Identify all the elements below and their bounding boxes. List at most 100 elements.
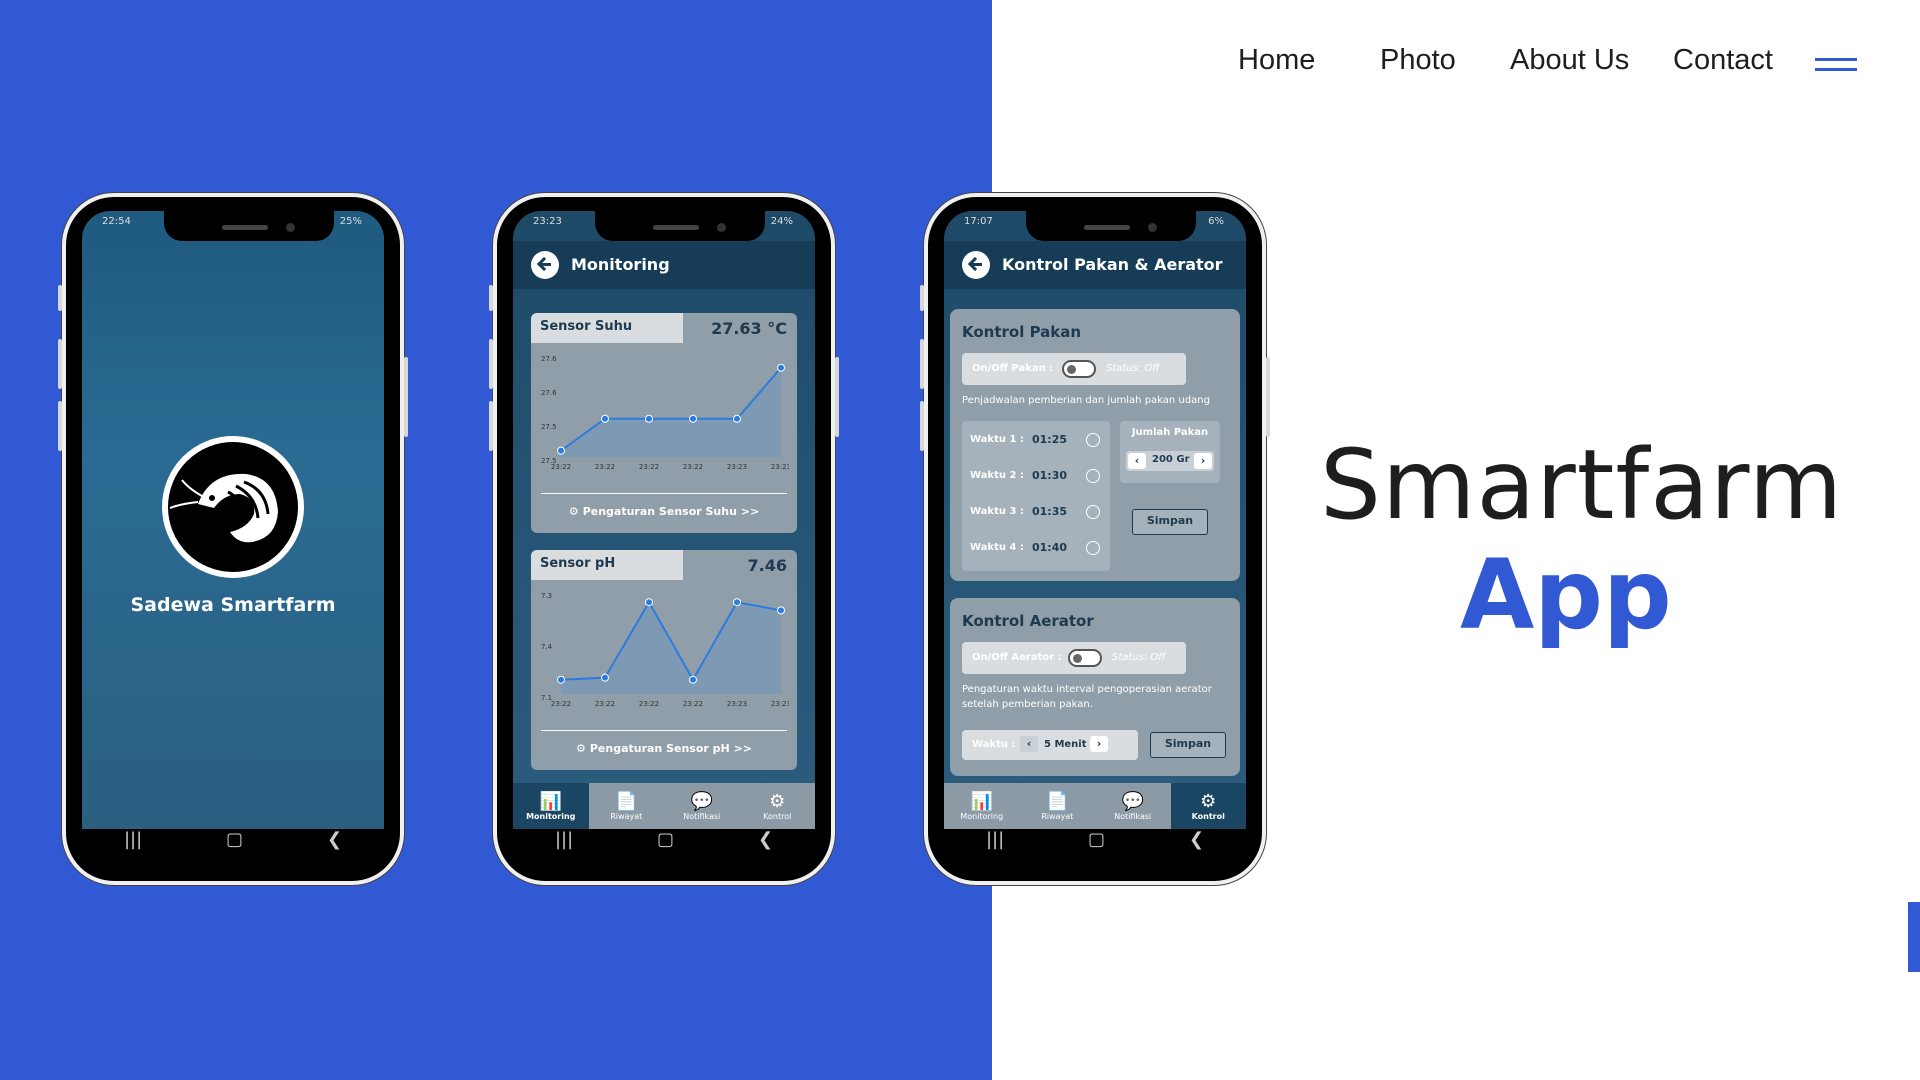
waktu-label: Waktu : (972, 739, 1016, 750)
clock-icon (1086, 541, 1100, 555)
phone-monitoring: 23:23 24% Monitoring Sensor Suhu 27.63 °… (489, 193, 839, 885)
increment-button[interactable]: › (1090, 736, 1108, 752)
screen-title: Kontrol Pakan & Aerator (1002, 255, 1223, 274)
recent-apps-icon[interactable]: ||| (986, 829, 1004, 850)
home-icon[interactable]: ▢ (1088, 829, 1105, 850)
splash-screen: 22:54 25% Sadewa Smartfarm (82, 211, 384, 829)
app-bar: Monitoring (513, 241, 815, 289)
monitoring-screen: 23:23 24% Monitoring Sensor Suhu 27.63 °… (513, 211, 815, 829)
sensor-settings-link[interactable]: ⚙ Pengaturan Sensor pH >> (531, 742, 797, 755)
app-brand-name: Sadewa Smartfarm (130, 594, 336, 616)
schedule-box: Waktu 1 :01:25 Waktu 2 :01:30 Waktu 3 :0… (962, 421, 1110, 571)
home-icon[interactable]: ▢ (657, 829, 674, 850)
stepper-value: 200 Gr (1152, 454, 1190, 465)
pakan-description: Penjadwalan pemberian dan jumlah pakan u… (962, 395, 1210, 406)
series-area (561, 602, 781, 694)
hamburger-menu-icon[interactable] (1815, 58, 1857, 72)
nav-about-link[interactable]: About Us (1510, 44, 1629, 77)
data-point (557, 446, 565, 455)
card-label: Sensor pH (531, 550, 683, 580)
toggle-label: On/Off Aerator : (972, 652, 1062, 663)
bar-chart-icon: 📊 (970, 790, 993, 812)
recent-apps-icon[interactable]: ||| (555, 829, 573, 850)
y-tick-label: 27.6 (541, 389, 557, 397)
increment-button[interactable]: › (1194, 453, 1212, 469)
edge-accent (1908, 902, 1920, 972)
status-time: 17:07 (964, 216, 993, 227)
history-icon: 📄 (615, 790, 638, 812)
series-area (561, 367, 781, 457)
x-tick-label: 23:23 (727, 463, 747, 471)
aerator-description: Pengaturan waktu interval pengoperasian … (962, 684, 1212, 710)
schedule-row[interactable]: Waktu 1 :01:25 (970, 431, 1102, 451)
schedule-row[interactable]: Waktu 3 :01:35 (970, 503, 1102, 523)
sensor-settings-link[interactable]: ⚙ Pengaturan Sensor Suhu >> (531, 505, 797, 518)
back-nav-icon[interactable]: ❮ (1189, 829, 1204, 850)
aerator-toggle-row: On/Off Aerator : Status: Off (962, 642, 1186, 674)
clock-icon (1086, 505, 1100, 519)
decrement-button[interactable]: ‹ (1128, 453, 1146, 469)
aerator-toggle[interactable] (1068, 649, 1102, 667)
system-navbar: ||| ▢ ❮ (944, 819, 1246, 859)
back-arrow-icon[interactable] (962, 251, 990, 279)
y-tick-label: 27.5 (541, 457, 557, 465)
schedule-row[interactable]: Waktu 2 :01:30 (970, 467, 1102, 487)
pakan-save-button[interactable]: Simpan (1132, 509, 1208, 535)
y-tick-label: 27.5 (541, 423, 557, 431)
decrement-button[interactable]: ‹ (1020, 736, 1038, 752)
sensor-suhu-card: Sensor Suhu 27.63 °C 23:22 23:22 23:22 23:2… (531, 313, 797, 533)
back-nav-icon[interactable]: ❮ (758, 829, 773, 850)
kontrol-aerator-panel: Kontrol Aerator On/Off Aerator : Status:… (950, 598, 1240, 776)
x-tick-label: 23:22 (683, 700, 703, 708)
bar-chart-icon: 📊 (539, 790, 562, 812)
nav-photo-link[interactable]: Photo (1380, 44, 1456, 77)
gears-icon: ⚙ (1200, 790, 1217, 812)
y-tick-label: 7.4 (541, 643, 553, 651)
suhu-line-chart: 23:22 23:22 23:22 23:22 23:23 23:2327.627.627… (541, 355, 789, 471)
ph-line-chart: 23:22 23:22 23:22 23:22 23:23 23:23 7.3 7.4 7.1 (541, 592, 789, 708)
panel-title: Kontrol Aerator (962, 612, 1094, 630)
sensor-value: 7.46 (747, 556, 787, 575)
nav-home-link[interactable]: Home (1238, 44, 1315, 77)
panel-title: Kontrol Pakan (962, 323, 1082, 341)
nav-contact-link[interactable]: Contact (1673, 44, 1773, 77)
x-tick-label: 23:22 (595, 700, 615, 708)
x-tick-label: 23:22 (639, 463, 659, 471)
back-arrow-icon[interactable] (531, 251, 559, 279)
phone-splash: 22:54 25% Sadewa Smartfarm ||| ▢ ❮ (58, 193, 408, 885)
status-battery: 6% (1208, 216, 1224, 227)
jumlah-pakan-stepper: ‹ 200 Gr › (1126, 451, 1214, 471)
clock-icon (1086, 433, 1100, 447)
x-tick-label: 23:23 (771, 700, 789, 708)
x-tick-label: 23:22 (639, 700, 659, 708)
x-tick-label: 23:23 (771, 463, 789, 471)
jumlah-pakan-box: Jumlah Pakan ‹ 200 Gr › (1120, 421, 1220, 483)
schedule-row[interactable]: Waktu 4 :01:40 (970, 539, 1102, 559)
gear-icon: ⚙ (575, 742, 586, 755)
data-point (601, 414, 609, 423)
toggle-label: On/Off Pakan : (972, 363, 1054, 374)
data-point (645, 414, 653, 423)
y-tick-label: 27.6 (541, 355, 557, 363)
recent-apps-icon[interactable]: ||| (124, 829, 142, 850)
aerator-save-button[interactable]: Simpan (1150, 732, 1226, 758)
data-point (777, 606, 785, 615)
sensor-ph-card: Sensor pH 7.46 23:22 23:22 23:22 23:22 23:23… (531, 550, 797, 770)
system-navbar: ||| ▢ ❮ (513, 819, 815, 859)
aerator-status: Status: Off (1112, 652, 1166, 663)
pakan-status: Status: Off (1106, 363, 1160, 374)
gear-icon: ⚙ (568, 505, 579, 518)
pakan-toggle[interactable] (1062, 360, 1096, 378)
data-point (557, 675, 565, 684)
phone-kontrol: 17:07 6% Kontrol Pakan & Aerator Kontrol… (920, 193, 1270, 885)
pakan-toggle-row: On/Off Pakan : Status: Off (962, 353, 1186, 385)
sensor-value: 27.63 °C (711, 319, 787, 338)
data-point (601, 673, 609, 682)
data-point (733, 414, 741, 423)
data-point (777, 363, 785, 372)
system-navbar: ||| ▢ ❮ (82, 819, 384, 859)
card-label: Sensor Suhu (531, 313, 683, 343)
status-battery: 24% (770, 216, 793, 227)
home-icon[interactable]: ▢ (226, 829, 243, 850)
back-nav-icon[interactable]: ❮ (327, 829, 342, 850)
